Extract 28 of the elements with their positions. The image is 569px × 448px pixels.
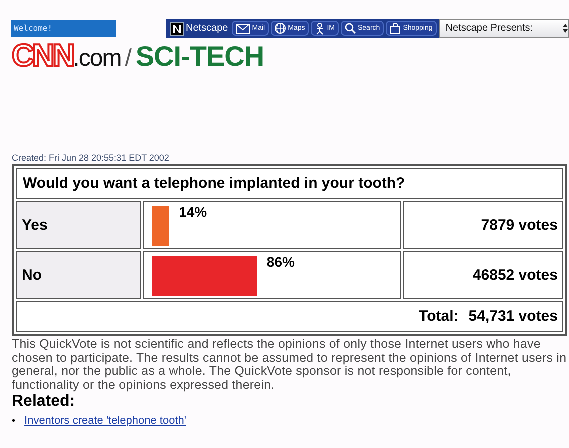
bag-icon: [390, 23, 402, 34]
search-icon: [345, 23, 356, 34]
answer-label: No: [16, 251, 141, 299]
dropdown[interactable]: Netscape Presents:: [438, 19, 569, 38]
vote-count: 46852 votes: [403, 251, 563, 299]
logo: CNN: [12, 41, 74, 71]
person-icon: [315, 22, 326, 34]
percent-label: 14%: [179, 204, 208, 220]
section-title: SCI-TECH: [136, 41, 264, 73]
answer-label: Yes: [16, 201, 141, 249]
separator-slash: /: [125, 45, 132, 73]
vote-count: 7879 votes: [403, 201, 563, 249]
related-heading: Related:: [12, 393, 76, 411]
bullet: •: [12, 416, 16, 427]
envelope-icon: [236, 24, 250, 34]
welcome-banner: Welcome!: [11, 20, 116, 37]
created-date: Created: Fri Jun 28 20:55:31 EDT 2002: [12, 153, 170, 163]
logo-domain: .com: [73, 45, 122, 73]
poll-question: Would you want a telephone implanted in your tooth?: [16, 168, 563, 199]
total-votes: 54,731 votes: [468, 308, 558, 325]
disclaimer-text: This QuickVote is not scientific and reflects the opinions of only those Internet users who have chosen to participate. The results cannot be assumed to represent the opinions of Internet users in general, nor the public as a whole. The QuickVote sponsor is not responsible for content, functionality or the opinions expressed therein.: [12, 338, 568, 392]
dropdown-arrows-icon: [563, 24, 568, 33]
netscape-logo-icon: [170, 22, 184, 36]
total-label: Total:: [419, 308, 459, 325]
toolbar-button[interactable]: Netscape: [168, 21, 230, 36]
percent-label: 86%: [266, 254, 295, 270]
globe-icon: [275, 23, 286, 34]
related-link[interactable]: Inventors create 'telephone tooth': [24, 415, 186, 427]
